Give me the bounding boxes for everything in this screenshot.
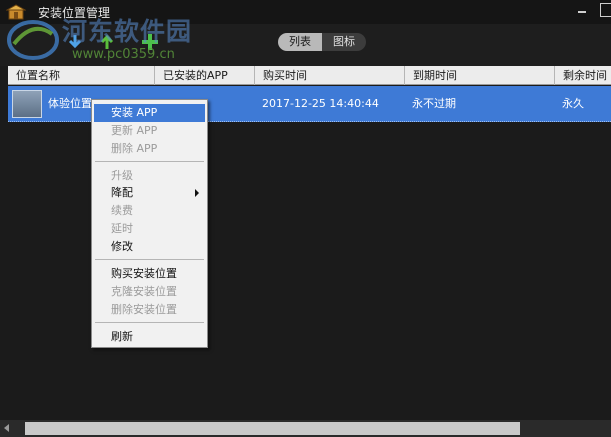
menu-item-delete-app: 删除 APP xyxy=(111,142,158,155)
menu-item-update-app: 更新 APP xyxy=(111,124,158,137)
menu-item-delete-location: 删除安装位置 xyxy=(111,303,177,316)
menu-item-upgrade: 升级 xyxy=(111,169,133,182)
scrollbar-thumb[interactable] xyxy=(25,422,520,435)
cell-purchase-time: 2017-12-25 14:40:44 xyxy=(262,97,379,110)
menu-item-modify[interactable]: 修改 xyxy=(94,238,205,256)
column-header-remaining[interactable]: 剩余时间 xyxy=(555,66,611,85)
table-header: 位置名称 已安装的APP 购买时间 到期时间 剩余时间 xyxy=(8,66,611,85)
menu-item-refresh[interactable]: 刷新 xyxy=(94,328,205,346)
cell-expire-time: 永不过期 xyxy=(412,97,456,110)
location-icon xyxy=(12,90,42,118)
menu-separator xyxy=(95,259,204,260)
menu-item-clone-location: 克隆安装位置 xyxy=(111,285,177,298)
column-header-expire-time[interactable]: 到期时间 xyxy=(405,66,555,85)
menu-item-downgrade[interactable]: 降配 xyxy=(94,184,205,202)
watermark-logo xyxy=(7,20,59,60)
minimize-icon[interactable] xyxy=(578,11,586,13)
context-menu: 安装 APP 更新 APP 删除 APP 升级 降配 续费 延时 修改 购买安装… xyxy=(91,99,208,348)
menu-item-buy-location[interactable]: 购买安装位置 xyxy=(94,265,205,283)
tab-icon-view[interactable]: 图标 xyxy=(322,33,366,51)
tab-list[interactable]: 列表 xyxy=(278,33,322,51)
menu-separator xyxy=(95,322,204,323)
menu-item-renew: 续费 xyxy=(111,204,133,217)
menu-item-downgrade-label: 降配 xyxy=(111,186,133,199)
menu-item-install-app[interactable]: 安装 APP xyxy=(94,104,205,122)
column-header-installed-app[interactable]: 已安装的APP xyxy=(155,66,255,85)
cell-name: 体验位置 xyxy=(48,97,92,110)
watermark-url: www.pc0359.cn xyxy=(72,47,175,62)
maximize-icon[interactable] xyxy=(600,3,611,17)
view-toggle: 列表 图标 xyxy=(278,33,366,51)
cell-remaining: 永久 xyxy=(562,97,584,110)
watermark-title: 河东软件园 xyxy=(62,17,193,46)
column-header-purchase-time[interactable]: 购买时间 xyxy=(255,66,405,85)
menu-separator xyxy=(95,161,204,162)
submenu-arrow-icon xyxy=(195,189,199,197)
column-header-name[interactable]: 位置名称 xyxy=(8,66,155,85)
horizontal-scrollbar[interactable] xyxy=(0,420,611,437)
menu-item-extend: 延时 xyxy=(111,222,133,235)
scroll-left-icon[interactable] xyxy=(4,424,9,432)
